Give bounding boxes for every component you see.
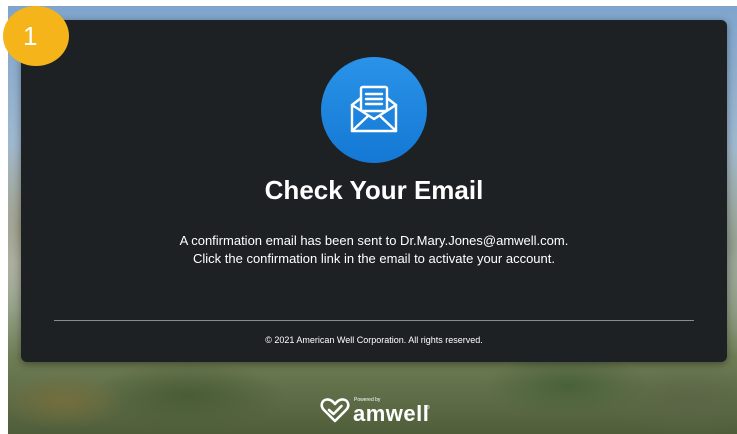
background-scene: Check Your Email A confirmation email ha… [8, 6, 737, 434]
footer-divider [54, 320, 694, 321]
brand-wordmark: amwell [353, 401, 430, 426]
copyright-text: © 2021 American Well Corporation. All ri… [265, 335, 483, 345]
confirmation-message: A confirmation email has been sent to Dr… [179, 233, 569, 266]
step-number-badge: 1 [3, 6, 69, 66]
envelope-open-icon [321, 57, 427, 163]
amwell-heart-check-icon [320, 398, 350, 423]
dialog-title: Check Your Email [264, 175, 484, 205]
trademark-symbol: ® [426, 405, 430, 411]
powered-by-amwell-logo: Powered by amwell ® [320, 393, 432, 427]
confirmation-dialog: Check Your Email A confirmation email ha… [21, 20, 727, 362]
